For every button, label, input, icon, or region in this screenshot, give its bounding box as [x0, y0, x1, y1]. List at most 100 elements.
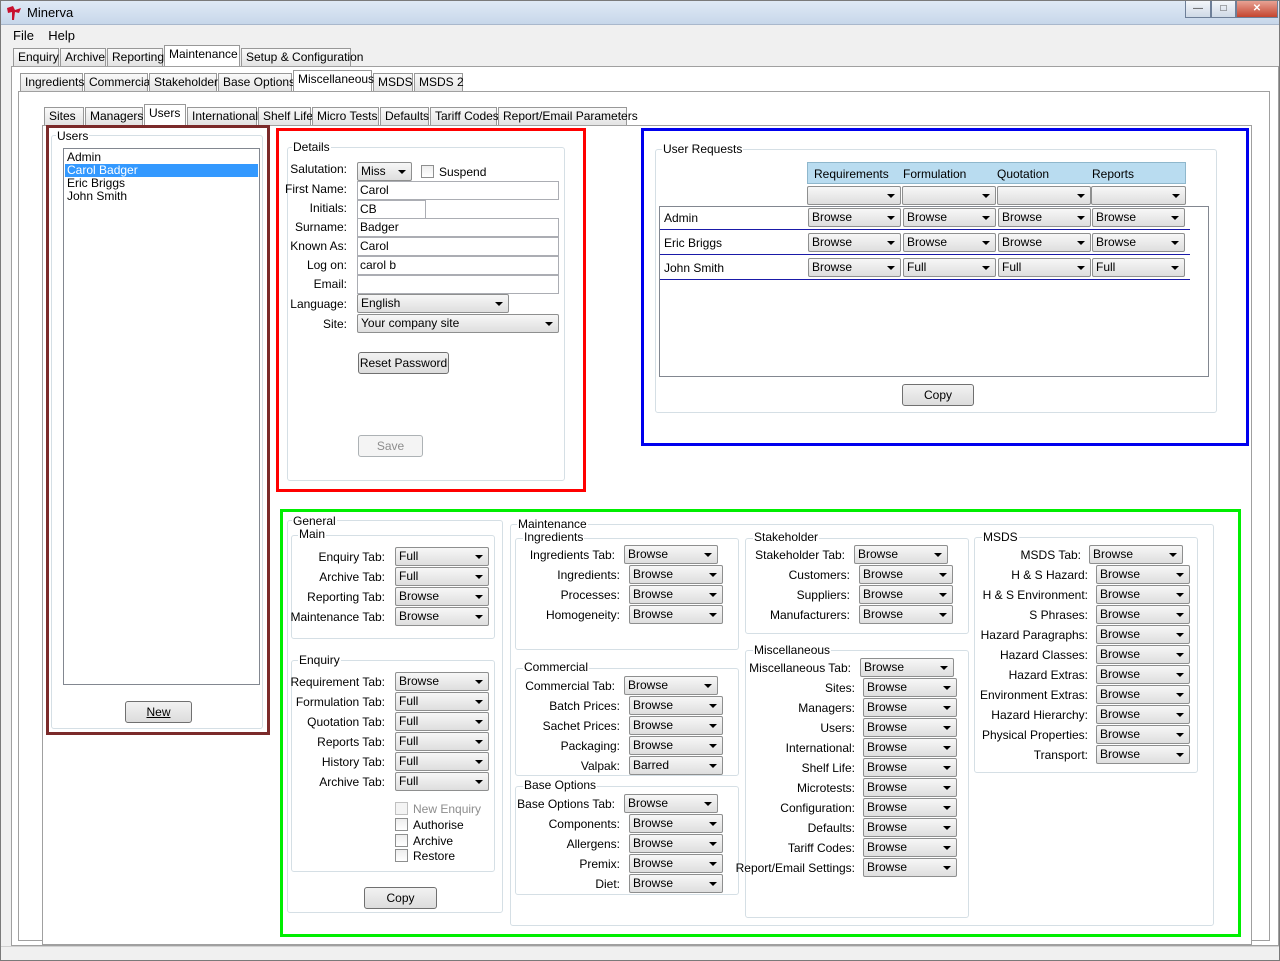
tab-report-email-parameters[interactable]: Report/Email Parameters	[498, 107, 638, 125]
hazard-paragraphs-dropdown[interactable]: Browse	[1096, 625, 1190, 644]
tab-ingredients[interactable]: Ingredients	[20, 73, 84, 91]
archive-tab-dropdown[interactable]: Full	[395, 772, 489, 791]
environment-extras-dropdown[interactable]: Browse	[1096, 685, 1190, 704]
microtests-dropdown[interactable]: Browse	[863, 778, 957, 797]
defaults-dropdown[interactable]: Browse	[863, 818, 957, 837]
ingredients-group-label: Ingredients	[523, 530, 585, 544]
request-cell-dropdown[interactable]: Full	[1092, 258, 1185, 277]
request-cell-dropdown[interactable]: Browse	[808, 208, 901, 227]
user-list-item[interactable]: John Smith	[65, 190, 258, 203]
tab-reporting[interactable]: Reporting	[107, 48, 164, 66]
menu-file[interactable]: File	[1, 28, 39, 43]
chevron-down-icon	[887, 216, 895, 220]
restore-checkbox[interactable]	[395, 849, 408, 862]
hazard-classes-value: Browse	[1100, 647, 1141, 661]
report-email-settings-dropdown[interactable]: Browse	[863, 858, 957, 877]
users-label: Users:	[820, 721, 855, 735]
first-name-field[interactable]: Carol	[357, 181, 559, 200]
h-s-hazard-dropdown[interactable]: Browse	[1096, 565, 1190, 584]
requests-copy-button[interactable]: Copy	[902, 384, 974, 406]
report-email-settings-label: Report/Email Settings:	[735, 861, 855, 875]
tab-maintenance[interactable]: Maintenance	[164, 45, 240, 66]
h-s-environment-dropdown[interactable]: Browse	[1096, 585, 1190, 604]
hazard-hierarchy-dropdown[interactable]: Browse	[1096, 705, 1190, 724]
salutation-dropdown[interactable]: Miss	[357, 162, 412, 181]
tab-archive[interactable]: Archive	[60, 48, 106, 66]
tab-miscellaneous[interactable]: Miscellaneous	[293, 70, 374, 91]
request-cell-dropdown[interactable]: Browse	[903, 208, 996, 227]
quotation-tab-label: Quotation Tab:	[307, 715, 385, 729]
tab-tariff-codes[interactable]: Tariff Codes	[430, 107, 499, 125]
request-cell-dropdown[interactable]: Browse	[1092, 208, 1185, 227]
s-phrases-dropdown[interactable]: Browse	[1096, 605, 1190, 624]
request-cell-dropdown[interactable]: Browse	[998, 208, 1091, 227]
tariff-codes-dropdown[interactable]: Browse	[863, 838, 957, 857]
site-dropdown[interactable]: Your company site	[357, 314, 559, 333]
base-options-group-label: Base Options	[523, 778, 598, 792]
minimize-button[interactable]: —	[1185, 1, 1211, 18]
tab-commercial[interactable]: Commercial	[84, 73, 153, 91]
request-cell-dropdown[interactable]: Browse	[808, 258, 901, 277]
tab-international[interactable]: International	[187, 107, 258, 125]
msds-tab-dropdown[interactable]: Browse	[1089, 545, 1183, 564]
h-s-hazard-value: Browse	[1100, 567, 1141, 581]
requests-col-reports: Reports	[1092, 167, 1135, 181]
tab-stakeholder[interactable]: Stakeholder	[149, 73, 218, 91]
misc-permissions-group-label: Miscellaneous	[753, 643, 832, 657]
tab-sites[interactable]: Sites	[44, 107, 84, 125]
reporting-tab-label: Reporting Tab:	[307, 590, 385, 604]
logon-field[interactable]: carol b	[357, 256, 559, 275]
hazard-extras-dropdown[interactable]: Browse	[1096, 665, 1190, 684]
transport-dropdown[interactable]: Browse	[1096, 745, 1190, 764]
users-listbox[interactable]: Admin Carol Badger Eric Briggs John Smit…	[63, 148, 260, 685]
tab-msds[interactable]: MSDS	[373, 73, 413, 91]
filter-reports-dropdown[interactable]	[1091, 186, 1186, 205]
ingredients-tab-value: Browse	[628, 547, 669, 561]
tab-defaults[interactable]: Defaults	[380, 107, 429, 125]
tab-msds-2[interactable]: MSDS 2	[414, 73, 464, 91]
new-user-button[interactable]: New	[125, 701, 192, 723]
chevron-down-icon	[545, 322, 553, 326]
tab-enquiry[interactable]: Enquiry	[13, 48, 59, 66]
request-cell-dropdown[interactable]: Browse	[808, 233, 901, 252]
environment-extras-label: Environment Extras:	[979, 688, 1088, 702]
request-cell-dropdown[interactable]: Full	[998, 258, 1091, 277]
user-requests-label: User Requests	[662, 142, 744, 156]
surname-field[interactable]: Badger	[357, 218, 559, 237]
tab-setup-configuration[interactable]: Setup & Configuration	[241, 48, 363, 66]
request-row-divider	[660, 254, 1190, 255]
tab-micro-tests[interactable]: Micro Tests	[312, 107, 379, 125]
request-cell-dropdown[interactable]: Browse	[998, 233, 1091, 252]
filter-quotation-dropdown[interactable]	[997, 186, 1091, 205]
language-dropdown[interactable]: English	[357, 294, 509, 313]
physical-properties-dropdown[interactable]: Browse	[1096, 725, 1190, 744]
save-button[interactable]: Save	[358, 435, 423, 457]
filter-formulation-dropdown[interactable]	[902, 186, 996, 205]
close-button[interactable]: ✕	[1236, 1, 1278, 18]
hazard-classes-dropdown[interactable]: Browse	[1096, 645, 1190, 664]
request-cell-dropdown[interactable]: Full	[903, 258, 996, 277]
menu-help[interactable]: Help	[42, 28, 80, 43]
general-copy-button[interactable]: Copy	[364, 887, 437, 909]
chevron-down-icon	[943, 806, 951, 810]
initials-field[interactable]: CB	[357, 200, 426, 219]
known-as-field[interactable]: Carol	[357, 237, 559, 256]
reset-password-button[interactable]: Reset Password	[358, 352, 449, 374]
filter-requirements-dropdown[interactable]	[807, 186, 901, 205]
title-bar[interactable]: Minerva — □ ✕	[1, 1, 1279, 25]
tab-managers[interactable]: Managers	[85, 107, 143, 125]
new-enquiry-checkbox[interactable]	[395, 802, 408, 815]
request-cell-dropdown[interactable]: Browse	[903, 233, 996, 252]
suspend-checkbox[interactable]	[421, 165, 434, 178]
tab-shelf-life[interactable]: Shelf Life	[258, 107, 313, 125]
archive-checkbox[interactable]	[395, 834, 408, 847]
maximize-button[interactable]: □	[1211, 1, 1236, 18]
managers-value: Browse	[867, 700, 908, 714]
tab-base-options[interactable]: Base Options	[218, 73, 295, 91]
diet-dropdown[interactable]: Browse	[629, 874, 723, 893]
email-field[interactable]	[357, 275, 559, 294]
configuration-dropdown[interactable]: Browse	[863, 798, 957, 817]
tab-users[interactable]: Users	[144, 104, 186, 125]
request-cell-dropdown[interactable]: Browse	[1092, 233, 1185, 252]
authorise-checkbox[interactable]	[395, 818, 408, 831]
